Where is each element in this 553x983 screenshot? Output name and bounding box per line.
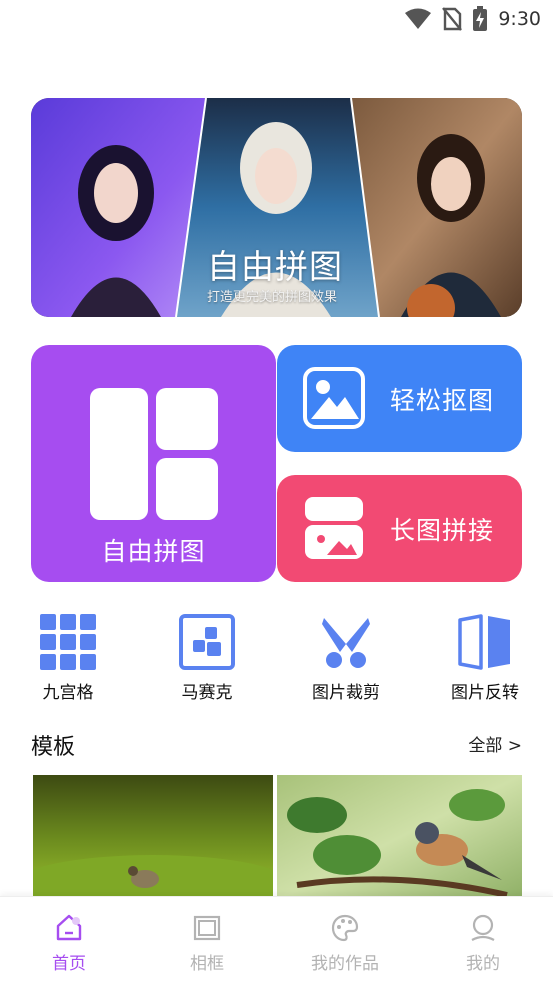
cutout-card[interactable]: 轻松抠图 <box>277 345 522 452</box>
home-icon <box>56 914 82 941</box>
tool-grid[interactable]: 九宫格 <box>13 614 123 703</box>
template-image <box>33 775 273 900</box>
status-icons: 9:30 <box>404 6 541 32</box>
tool-mosaic[interactable]: 马赛克 <box>152 614 262 703</box>
nav-profile-label: 我的 <box>466 954 500 974</box>
status-time: 9:30 <box>498 8 541 30</box>
free-collage-label: 自由拼图 <box>101 537 206 566</box>
banner-subtitle: 打造更完美的拼图效果 <box>207 290 338 305</box>
nav-profile[interactable]: 我的 <box>433 913 533 974</box>
cutout-label: 轻松抠图 <box>390 386 495 415</box>
tool-flip[interactable]: 图片反转 <box>430 614 540 703</box>
long-image-label: 长图拼接 <box>390 516 495 545</box>
banner-title: 自由拼图 <box>207 247 343 286</box>
tool-crop-label: 图片裁剪 <box>312 683 380 703</box>
palette-icon <box>331 914 359 942</box>
wifi-icon <box>405 8 432 29</box>
template-thumb[interactable] <box>33 775 273 900</box>
free-collage-card[interactable]: 自由拼图 <box>31 345 276 582</box>
battery-charging-icon <box>473 6 488 31</box>
nav-my-works-label: 我的作品 <box>311 954 379 974</box>
nav-my-works[interactable]: 我的作品 <box>295 913 395 974</box>
long-image-icon <box>305 497 363 559</box>
long-image-card[interactable]: 长图拼接 <box>277 475 522 582</box>
tool-flip-label: 图片反转 <box>451 683 519 703</box>
mosaic-icon <box>179 614 235 670</box>
nav-frame-label: 相框 <box>190 954 224 974</box>
status-bar: 9:30 <box>0 0 553 40</box>
tool-mosaic-label: 马赛克 <box>181 683 233 703</box>
templates-title: 模板 <box>31 735 76 760</box>
collage-layout-icon <box>90 388 218 520</box>
image-icon <box>303 367 365 429</box>
flip-icon <box>458 614 510 670</box>
collage-banner[interactable]: 自由拼图 打造更完美的拼图效果 <box>31 98 522 317</box>
nav-home-label: 首页 <box>52 954 86 974</box>
tool-grid-label: 九宫格 <box>42 683 94 703</box>
template-image <box>277 775 522 900</box>
grid-icon <box>40 614 96 670</box>
nav-frame[interactable]: 相框 <box>157 913 257 974</box>
tool-crop[interactable]: 图片裁剪 <box>291 614 401 703</box>
no-sim-icon <box>442 7 463 31</box>
see-all-link[interactable]: 全部 > <box>468 731 522 756</box>
bottom-navigation: 首页 相框 我的作品 我的 <box>0 896 553 983</box>
template-thumb[interactable] <box>277 775 522 900</box>
scissors-icon <box>322 618 370 668</box>
frame-icon <box>193 915 221 941</box>
user-icon <box>471 914 495 941</box>
nav-home[interactable]: 首页 <box>19 913 119 974</box>
